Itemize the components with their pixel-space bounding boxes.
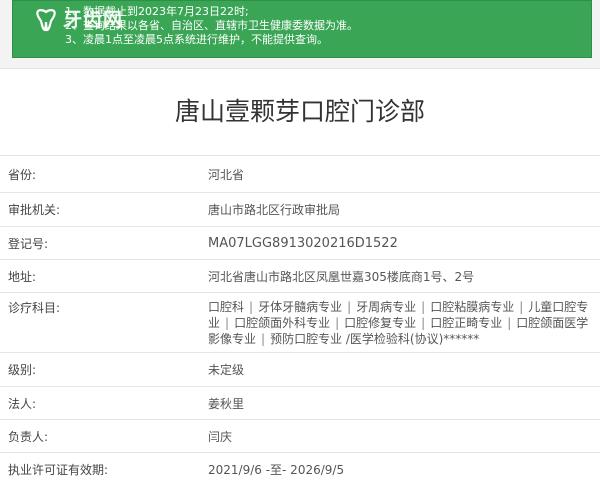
subject-separator: | [421, 316, 426, 330]
row-province: 省份: 河北省 [0, 155, 600, 192]
subject-separator: | [347, 300, 352, 314]
tooth-logo-icon [36, 9, 56, 32]
address-label: 地址: [8, 269, 37, 284]
subject-item: 口腔颌面外科专业 [234, 316, 331, 330]
subject-separator: | [335, 316, 340, 330]
subject-item: 口腔粘膜病专业 [430, 300, 515, 314]
row-address: 地址: 河北省唐山市路北区凤凰世嘉305楼底商1号、2号 [0, 259, 600, 292]
reg-no-value: MA07LGG8913020216D1522 [208, 235, 398, 251]
province-label: 省份: [8, 167, 37, 182]
page-title: 唐山壹颗芽口腔门诊部 [174, 97, 425, 126]
row-authority: 审批机关: 唐山市路北区行政审批局 [0, 192, 600, 226]
subject-item: 口腔科 [208, 300, 245, 314]
subject-separator: | [421, 300, 426, 314]
validity-value: 2021/9/6 -至- 2026/9/5 [208, 462, 345, 477]
principal-value: 闫庆 [208, 429, 233, 444]
level-value: 未定级 [208, 363, 245, 377]
authority-value: 唐山市路北区行政审批局 [208, 203, 341, 217]
subject-separator: | [249, 300, 254, 314]
province-value: 河北省 [208, 167, 245, 182]
row-legal: 法人: 姜秋里 [0, 386, 600, 419]
legal-value: 姜秋里 [208, 396, 245, 411]
row-principal: 负责人: 闫庆 [0, 419, 600, 452]
clinic-detail-card: 唐山壹颗芽口腔门诊部 省份: 河北省 审批机关: 唐山市路北区行政审批局 登记号… [0, 68, 600, 485]
subject-item: 口腔修复专业 [344, 316, 417, 330]
watermark-text: 牙齿网 [63, 9, 124, 31]
legal-label: 法人: [8, 396, 37, 411]
reg-no-label: 登记号: [8, 236, 49, 251]
subject-item: 牙周病专业 [356, 300, 417, 314]
authority-label: 审批机关: [8, 203, 61, 217]
subject-item: 预防口腔专业 /医学检验科(协议)****** [270, 332, 480, 346]
row-reg-no: 登记号: MA07LGG8913020216D1522 [0, 226, 600, 259]
row-validity: 执业许可证有效期: 2021/9/6 -至- 2026/9/5 [0, 452, 600, 485]
subjects-value: 口腔科 | 牙体牙髓病专业 | 牙周病专业 | 口腔粘膜病专业 | 儿童口腔专业 | 口腔颌面外科专… [196, 293, 600, 352]
level-label: 级别: [8, 363, 37, 377]
subject-separator: | [225, 316, 230, 330]
notice-line-3: 3、凌晨1点至凌晨5点系统进行维护，不能提供查询。 [65, 33, 328, 46]
site-logo-watermark: 牙齿网 [35, 5, 155, 35]
principal-label: 负责人: [8, 429, 49, 444]
subject-separator: | [507, 316, 512, 330]
subject-item: 口腔正畸专业 [430, 316, 503, 330]
subject-separator: | [261, 332, 266, 346]
row-level: 级别: 未定级 [0, 352, 600, 386]
subjects-label: 诊疗科目: [8, 301, 61, 315]
subject-separator: | [519, 300, 524, 314]
address-value: 河北省唐山市路北区凤凰世嘉305楼底商1号、2号 [208, 269, 475, 284]
validity-label: 执业许可证有效期: [8, 462, 109, 477]
row-subjects: 诊疗科目: 口腔科 | 牙体牙髓病专业 | 牙周病专业 | 口腔粘膜病专业 | 儿童口腔专业 | 口… [0, 292, 600, 352]
subject-item: 牙体牙髓病专业 [258, 300, 343, 314]
notice-banner: 牙齿网 1、数据截止到2023年7月23日22时; 2、查询结果以各省、自治区、… [12, 0, 592, 58]
